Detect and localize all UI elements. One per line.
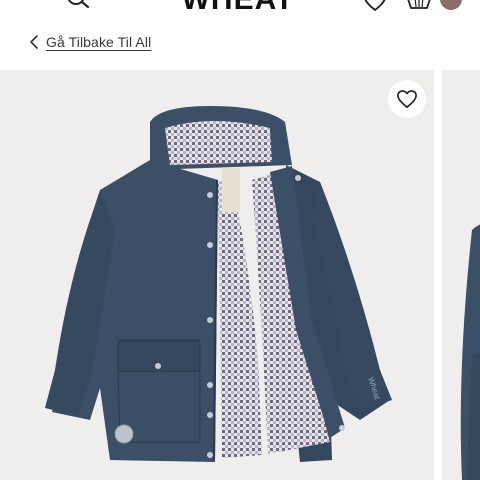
back-link-label: Gå Tilbake Til All [46, 34, 152, 50]
product-image-main[interactable]: Wheat [0, 70, 434, 480]
product-gallery[interactable]: Wheat [0, 70, 480, 480]
heart-icon[interactable] [362, 0, 388, 12]
product-image-next[interactable] [442, 70, 480, 480]
back-link[interactable]: Gå Tilbake Til All [28, 32, 151, 52]
basket-icon[interactable] [405, 0, 433, 10]
brand-logo[interactable]: WHEAT [158, 0, 318, 14]
menu-icon[interactable] [24, 0, 48, 7]
favorite-button[interactable] [388, 80, 426, 118]
site-header: WHEAT [0, 0, 480, 18]
chevron-left-icon [30, 35, 38, 49]
jacket-image-partial [460, 224, 480, 480]
basket-count-badge [440, 0, 462, 10]
jacket-image: Wheat [45, 106, 392, 462]
heart-icon [396, 90, 418, 108]
search-icon[interactable] [66, 0, 92, 10]
